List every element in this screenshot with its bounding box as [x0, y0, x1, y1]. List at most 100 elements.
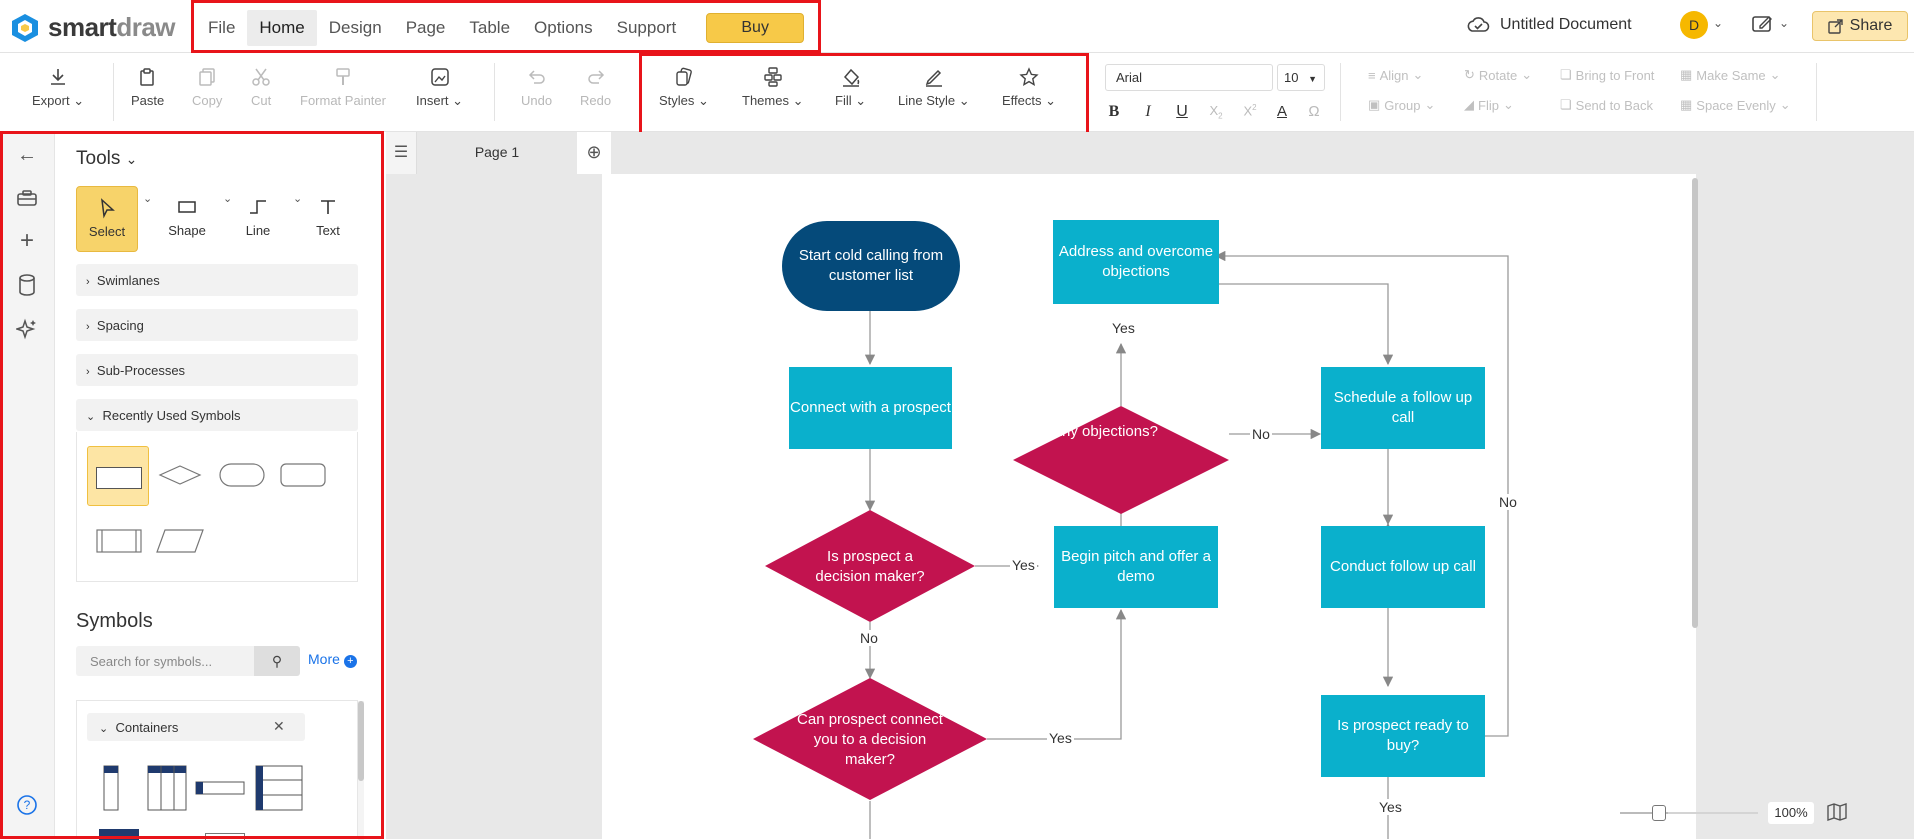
- text-tool[interactable]: Text: [297, 186, 359, 252]
- symbol-terminator[interactable]: [218, 454, 266, 496]
- send-to-back-button[interactable]: ❏ Send to Back: [1560, 97, 1653, 113]
- italic-button[interactable]: I: [1137, 103, 1159, 121]
- node-connect[interactable]: Connect with a prospect: [789, 367, 952, 449]
- select-tool[interactable]: Select: [76, 186, 138, 252]
- user-avatar[interactable]: D: [1680, 11, 1708, 39]
- copy-button[interactable]: Copy: [192, 67, 222, 108]
- symbol-diamond[interactable]: [157, 454, 203, 496]
- symbol-subprocess[interactable]: [95, 526, 143, 556]
- flip-button[interactable]: ◢ Flip ⌄: [1464, 97, 1514, 113]
- line-style-button[interactable]: Line Style ⌄: [898, 67, 970, 109]
- align-button[interactable]: ≡ Align ⌄: [1368, 67, 1423, 83]
- format-painter-button[interactable]: Format Painter: [300, 67, 386, 108]
- font-color-button[interactable]: A: [1271, 103, 1293, 120]
- add-page-icon[interactable]: ⊕: [577, 132, 611, 174]
- node-schedule-follow-up[interactable]: Schedule a follow up call: [1321, 367, 1485, 449]
- chevron-down-icon[interactable]: ⌄: [1779, 16, 1789, 30]
- toolbox-icon[interactable]: [15, 188, 39, 212]
- drawing-canvas-area[interactable]: ☰ Page 1 ⊕ Start cold calling from custo…: [386, 132, 1914, 839]
- space-evenly-button[interactable]: ▦ Space Evenly ⌄: [1680, 97, 1791, 113]
- undo-button[interactable]: Undo: [521, 67, 552, 108]
- section-sub-processes[interactable]: › Sub-Processes: [76, 354, 358, 386]
- section-recently-used[interactable]: ⌄ Recently Used Symbols: [76, 399, 358, 431]
- themes-button[interactable]: Themes ⌄: [742, 67, 803, 109]
- export-button[interactable]: Export ⌄: [32, 67, 84, 109]
- effects-button[interactable]: Effects ⌄: [1002, 67, 1056, 109]
- app-logo[interactable]: smartdraw: [10, 12, 176, 43]
- tools-panel-title[interactable]: Tools ⌄: [76, 148, 137, 170]
- paste-button[interactable]: Paste: [131, 67, 164, 108]
- document-title[interactable]: Untitled Document: [1500, 16, 1632, 34]
- container-vertical-symbol[interactable]: [103, 765, 119, 811]
- node-begin-pitch[interactable]: Begin pitch and offer a demo: [1054, 526, 1218, 608]
- menu-page[interactable]: Page: [394, 10, 458, 46]
- close-icon[interactable]: ✕: [273, 718, 285, 735]
- map-icon[interactable]: [1826, 802, 1848, 827]
- node-start[interactable]: Start cold calling from customer list: [782, 221, 960, 311]
- share-button[interactable]: Share: [1812, 11, 1908, 41]
- search-button[interactable]: ⚲: [254, 646, 300, 676]
- make-same-button[interactable]: ▦ Make Same ⌄: [1680, 67, 1781, 83]
- menu-support[interactable]: Support: [605, 10, 689, 46]
- edit-mode-icon[interactable]: [1752, 14, 1774, 37]
- more-symbols-link[interactable]: More +: [308, 651, 357, 668]
- node-can-connect-label[interactable]: Can prospect connect you to a decision m…: [796, 709, 944, 771]
- copy-icon: [199, 68, 215, 86]
- node-address-objections[interactable]: Address and overcome objections: [1053, 220, 1219, 304]
- database-icon[interactable]: [15, 274, 39, 298]
- group-button[interactable]: ▣ Group ⌄: [1368, 97, 1435, 113]
- symbol-search-input[interactable]: Search for symbols...: [76, 646, 254, 676]
- symbol-rounded-rect[interactable]: [279, 454, 327, 496]
- menu-table[interactable]: Table: [457, 10, 522, 46]
- font-size-select[interactable]: 10 ▼: [1277, 64, 1325, 91]
- container-horizontal-symbol[interactable]: [195, 781, 245, 795]
- sparkle-ai-icon[interactable]: [14, 318, 39, 342]
- redo-button[interactable]: Redo: [580, 67, 611, 108]
- container-columns-symbol[interactable]: [147, 765, 187, 811]
- bold-button[interactable]: B: [1103, 103, 1125, 121]
- menu-file[interactable]: File: [196, 10, 247, 46]
- section-spacing[interactable]: › Spacing: [76, 309, 358, 341]
- node-is-decision-maker-label[interactable]: Is prospect a decision maker?: [802, 546, 938, 588]
- subscript-button[interactable]: X2: [1205, 103, 1227, 121]
- scrollbar-track[interactable]: [358, 701, 364, 840]
- symbol-rectangle[interactable]: [87, 446, 149, 506]
- scrollbar-thumb[interactable]: [358, 701, 364, 781]
- canvas-scrollbar-thumb[interactable]: [1692, 178, 1698, 628]
- line-tool[interactable]: Line: [227, 186, 289, 252]
- underline-button[interactable]: U: [1171, 103, 1193, 121]
- add-icon[interactable]: +: [15, 229, 39, 254]
- superscript-button[interactable]: X2: [1239, 103, 1261, 118]
- bring-to-front-button[interactable]: ❏ Bring to Front: [1560, 67, 1654, 83]
- menu-design[interactable]: Design: [317, 10, 394, 46]
- diagram-page[interactable]: Start cold calling from customer list Co…: [602, 174, 1696, 839]
- chevron-down-icon[interactable]: ⌄: [143, 192, 152, 205]
- zoom-slider-handle[interactable]: [1652, 805, 1666, 821]
- cut-button[interactable]: Cut: [251, 67, 271, 108]
- symbol-parallelogram[interactable]: [155, 526, 205, 556]
- document-title-area[interactable]: Untitled Document: [1466, 15, 1632, 35]
- tab-page-1[interactable]: Page 1: [417, 132, 577, 174]
- container-symbol-partial[interactable]: [99, 829, 139, 840]
- omega-symbol-icon[interactable]: Ω: [1303, 103, 1325, 120]
- rotate-button[interactable]: ↻ Rotate ⌄: [1464, 67, 1532, 83]
- chevron-down-icon[interactable]: ⌄: [1713, 16, 1723, 30]
- zoom-slider-track-right[interactable]: [1668, 812, 1758, 814]
- section-swimlanes[interactable]: › Swimlanes: [76, 264, 358, 296]
- node-conduct-follow-up[interactable]: Conduct follow up call: [1321, 526, 1485, 608]
- node-any-objections-label[interactable]: Any objections?: [1040, 420, 1170, 444]
- fill-button[interactable]: Fill ⌄: [835, 67, 866, 109]
- back-arrow-icon[interactable]: ←: [15, 144, 39, 168]
- help-icon[interactable]: ?: [15, 794, 39, 818]
- zoom-level[interactable]: 100%: [1768, 802, 1814, 824]
- buy-button[interactable]: Buy: [706, 13, 805, 43]
- page-list-icon[interactable]: ☰: [386, 132, 417, 174]
- font-family-select[interactable]: Arial: [1105, 64, 1273, 91]
- styles-button[interactable]: Styles ⌄: [659, 67, 709, 109]
- shape-tool[interactable]: Shape: [156, 186, 218, 252]
- menu-options[interactable]: Options: [522, 10, 605, 46]
- node-ready-to-buy[interactable]: Is prospect ready to buy?: [1321, 695, 1485, 777]
- container-rows-symbol[interactable]: [255, 765, 303, 811]
- insert-button[interactable]: Insert ⌄: [416, 67, 463, 109]
- menu-home[interactable]: Home: [247, 10, 317, 46]
